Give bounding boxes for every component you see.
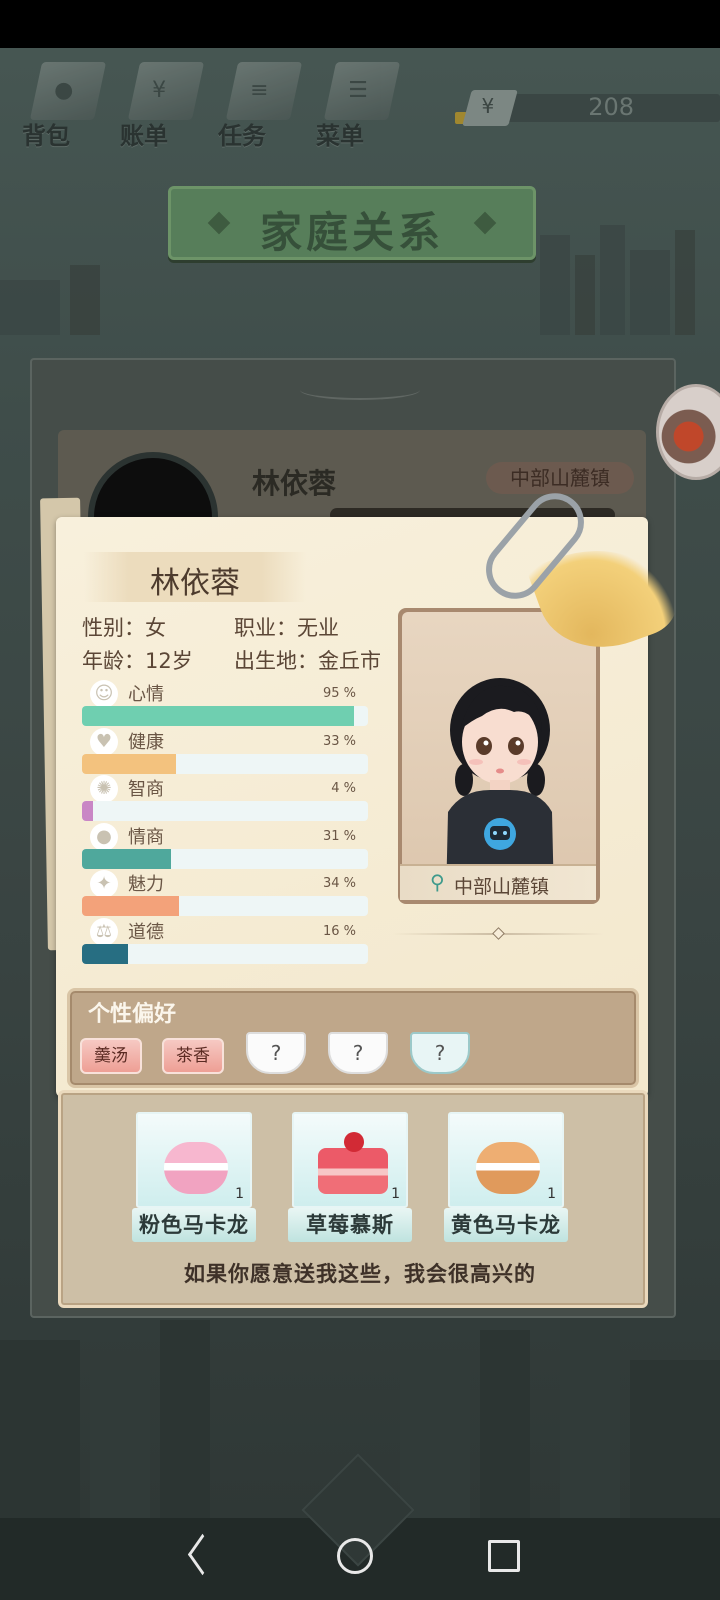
stat-label: 道德	[128, 921, 164, 943]
task-icon: ≡	[225, 62, 303, 120]
menu-icon: ☰	[323, 62, 401, 120]
stat-bar	[82, 753, 368, 774]
portrait-location-tag: ⚲ 中部山麓镇	[400, 864, 596, 900]
unknown-preference-cup[interactable]: ?	[328, 1032, 388, 1074]
menu-button[interactable]: ☰ 菜单	[312, 58, 401, 150]
stat-label: 心情	[128, 684, 164, 705]
stat-label: 魅力	[128, 874, 164, 895]
job-text: 职业：无业	[234, 616, 339, 640]
stat-row: ⚖ 道德 16 %	[82, 917, 368, 972]
stat-row: ♥ 健康 33 %	[82, 727, 368, 782]
member-location-badge: 中部山麓镇	[486, 462, 634, 494]
unknown-preference-cup[interactable]: ?	[410, 1032, 470, 1074]
home-nav-button[interactable]	[324, 1528, 384, 1584]
scale-icon: ⚖	[90, 917, 118, 946]
smile-icon: ☺	[90, 680, 118, 708]
gift-hint-text: 如果你愿意送我这些，我会很高兴的	[184, 1262, 536, 1286]
stat-percent: 95 %	[322, 686, 356, 701]
stat-bar-fill	[82, 848, 171, 869]
sparkle-icon: ✦	[90, 870, 118, 898]
stat-bar	[82, 848, 368, 869]
stat-percent: 33 %	[322, 733, 356, 749]
gift-count: 1	[547, 1186, 556, 1202]
stat-label: 智商	[128, 779, 164, 800]
pink-macaron-icon	[164, 1142, 228, 1194]
bag-label: 背包	[22, 122, 70, 150]
stat-row: ☺ 心情 95 %	[82, 680, 368, 734]
gift-item-strawberry-mousse[interactable]: 1 草莓慕斯	[288, 1112, 412, 1244]
ornament	[300, 380, 420, 400]
stat-percent: 16 %	[322, 923, 356, 939]
name-ribbon: 林依蓉	[84, 552, 306, 602]
stat-bar-fill	[82, 706, 354, 726]
preferences-title: 个性偏好	[88, 1002, 177, 1027]
bag-button[interactable]: ● 背包	[18, 58, 107, 150]
menu-label: 菜单	[316, 122, 364, 150]
money-display: ¥ 208	[455, 90, 720, 126]
apple-icon: ●	[90, 822, 118, 851]
status-bar	[0, 0, 720, 48]
bill-label: 账单	[120, 122, 168, 150]
bag-icon: ●	[29, 62, 107, 120]
task-label: 任务	[218, 122, 266, 150]
stat-percent: 31 %	[322, 828, 356, 844]
yellow-macaron-icon	[476, 1142, 540, 1194]
strawberry-mousse-icon	[318, 1132, 388, 1194]
bill-icon: ¥	[127, 62, 205, 120]
gift-label: 草莓慕斯	[288, 1208, 412, 1242]
gift-item-pink-macaron[interactable]: 1 粉色马卡龙	[132, 1112, 256, 1244]
stat-bar	[82, 896, 368, 916]
task-button[interactable]: ≡ 任务	[214, 58, 303, 150]
birthplace-text: 出生地：金丘市	[234, 649, 381, 673]
stat-row: ✺ 智商 4 %	[82, 775, 368, 829]
stat-row: ● 情商 31 %	[82, 822, 368, 877]
page-title-banner: 家庭关系	[168, 186, 536, 260]
stat-label: 情商	[128, 826, 164, 848]
recent-apps-nav-button[interactable]	[474, 1528, 534, 1584]
location-pin-icon: ⚲	[430, 870, 445, 894]
stat-row: ✦ 魅力 34 %	[82, 870, 368, 924]
page-title: 家庭关系	[259, 208, 444, 257]
top-menu: ● 背包 ¥ 账单 ≡ 任务 ☰ 菜单	[18, 58, 401, 150]
gift-count: 1	[235, 1186, 244, 1202]
stat-bar-fill	[82, 801, 94, 821]
lightbulb-icon: ✺	[90, 775, 118, 803]
money-value: 208	[588, 93, 634, 121]
gift-label: 黄色马卡龙	[444, 1208, 568, 1242]
gender-text: 性别：女	[82, 616, 166, 640]
stat-bar-fill	[82, 896, 180, 916]
stat-label: 健康	[128, 731, 164, 753]
preference-tag[interactable]: 茶香	[162, 1038, 224, 1074]
portrait-location-text: 中部山麓镇	[454, 876, 550, 898]
gift-label: 粉色马卡龙	[132, 1208, 256, 1242]
stat-percent: 34 %	[322, 876, 356, 891]
heart-icon: ♥	[90, 727, 118, 756]
preference-tag[interactable]: 羹汤	[80, 1038, 142, 1074]
stat-bar	[82, 801, 368, 821]
stat-bar	[82, 943, 368, 964]
gift-item-yellow-macaron[interactable]: 1 黄色马卡龙	[444, 1112, 568, 1244]
portrait-frame	[398, 608, 600, 904]
yen-icon: ¥	[462, 90, 518, 126]
bill-button[interactable]: ¥ 账单	[116, 58, 205, 150]
stat-bar-fill	[82, 753, 177, 774]
stat-percent: 4 %	[331, 781, 356, 796]
member-name: 林依蓉	[252, 467, 337, 500]
back-nav-button[interactable]	[172, 1528, 232, 1584]
age-text: 年龄：12岁	[82, 649, 193, 673]
gift-count: 1	[391, 1186, 400, 1202]
profile-name: 林依蓉	[150, 566, 240, 601]
stat-bar	[82, 706, 368, 726]
unknown-preference-cup[interactable]: ?	[246, 1032, 306, 1074]
stat-bar-fill	[82, 943, 128, 964]
character-portrait	[446, 678, 554, 900]
